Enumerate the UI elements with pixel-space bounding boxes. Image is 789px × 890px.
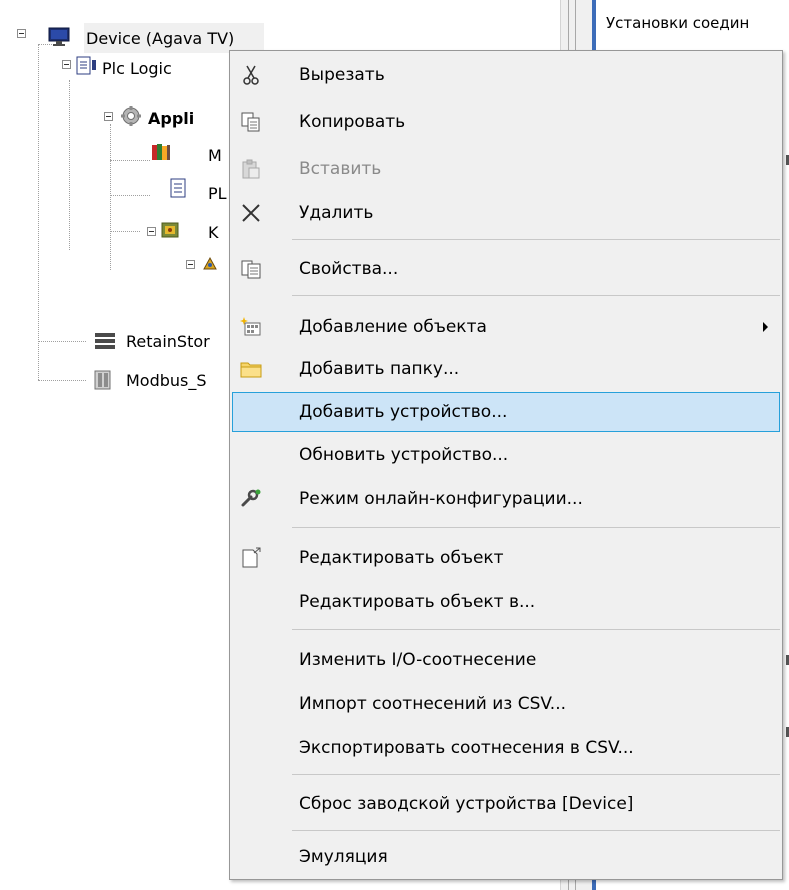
tree-line [110,231,140,232]
menu-item-label: Свойства... [299,259,399,279]
tree-line [110,160,150,161]
tree-item-plc-logic[interactable]: Plc Logic [100,53,174,83]
menu-item-label: Эмуляция [299,847,388,867]
scissors-icon [243,65,259,85]
menu-item-label: Вставить [299,159,382,179]
tree-line [38,44,39,380]
menu-item-export-csv[interactable]: Экспортировать соотнесения в CSV... [232,728,780,768]
menu-item-label: Добавить устройство... [299,402,508,422]
application-gear-icon [121,106,141,126]
menu-item-change-io-mapping[interactable]: Изменить I/O-соотнесение [232,640,780,680]
paste-icon [242,159,260,179]
menu-item-paste[interactable]: Вставить [232,149,780,189]
task-icon [203,256,217,270]
menu-item-update-device[interactable]: Обновить устройство... [232,435,780,475]
edit-object-icon [242,547,261,568]
document-icon [170,178,186,198]
tree-item-device[interactable]: Device (Agava TV) [84,23,264,53]
menu-separator [292,295,780,296]
menu-separator [292,527,780,528]
task-config-icon [161,222,179,238]
menu-item-factory-reset[interactable]: Сброс заводской устройства [Device] [232,784,780,824]
menu-item-label: Обновить устройство... [299,445,509,465]
tree-item-label: Appli [148,108,195,128]
tree-item-modbus[interactable]: Modbus_S [124,365,209,395]
expand-collapse-toggle[interactable] [62,60,71,69]
menu-item-label: Вырезать [299,65,385,85]
menu-item-emulation[interactable]: Эмуляция [232,837,780,877]
menu-separator [292,774,780,775]
tree-item-retain-storage[interactable]: RetainStor [124,326,212,356]
menu-separator [292,629,780,630]
tree-line [38,380,86,381]
menu-item-label: Копировать [299,112,406,132]
menu-item-import-csv[interactable]: Импорт соотнесений из CSV... [232,684,780,724]
delete-x-icon [242,204,260,222]
tree-item-library-manager[interactable]: M [206,140,224,170]
tree-line [110,195,150,196]
menu-item-edit-object-in[interactable]: Редактировать объект в... [232,582,780,622]
menu-separator [292,830,780,831]
menu-item-add-device[interactable]: Добавить устройство... [232,392,780,432]
modbus-device-icon [94,370,111,390]
tree-line [69,80,70,250]
library-books-icon [152,144,170,160]
menu-item-cut[interactable]: Вырезать [232,55,780,95]
menu-item-label: Сброс заводской устройства [Device] [299,794,634,814]
tree-item-label: Plc Logic [102,58,172,78]
tree-item-plc-prg[interactable]: PL [206,178,229,208]
expand-collapse-toggle[interactable] [186,260,195,269]
tree-line [110,124,111,270]
tree-item-label: Device (Agava TV) [86,28,235,48]
tree-item-label: PL [208,183,227,203]
context-menu: Вырезать Копировать Вставить Удалить Сво… [229,50,783,880]
menu-item-label: Добавление объекта [299,317,487,337]
folder-icon [240,362,262,378]
tree-item-label: K [208,222,219,242]
add-object-icon [240,317,261,336]
menu-item-edit-object[interactable]: Редактировать объект [232,538,780,578]
menu-item-copy[interactable]: Копировать [232,102,780,142]
menu-item-properties[interactable]: Свойства... [232,249,780,289]
menu-item-delete[interactable]: Удалить [232,193,780,233]
tree-line [38,341,86,342]
menu-item-add-folder[interactable]: Добавить папку... [232,349,780,389]
menu-item-add-object[interactable]: Добавление объекта [232,307,780,347]
properties-icon [241,260,261,279]
copy-icon [241,112,260,132]
menu-item-label: Удалить [299,203,374,223]
editor-tab-connection-settings[interactable]: Установки соедин [606,14,749,32]
plc-logic-icon [76,56,96,75]
tree-item-task-configuration[interactable]: K [206,217,221,247]
menu-item-label: Добавить папку... [299,359,460,379]
menu-separator [292,239,780,240]
menu-item-label: Импорт соотнесений из CSV... [299,694,567,714]
expand-collapse-toggle[interactable] [104,112,113,121]
menu-item-label: Редактировать объект [299,548,504,568]
menu-item-label: Редактировать объект в... [299,592,536,612]
submenu-arrow-icon [763,322,768,332]
menu-item-label: Экспортировать соотнесения в CSV... [299,738,634,758]
ide-window: Device (Agava TV) Plc Logic Appli M PL K… [0,0,789,890]
tree-item-application[interactable]: Appli [146,103,196,133]
device-monitor-icon [48,27,70,46]
online-config-wrench-icon [241,489,261,507]
expand-collapse-toggle[interactable] [147,227,156,236]
expand-collapse-toggle[interactable] [17,29,26,38]
menu-item-label: Изменить I/O-соотнесение [299,650,537,670]
retain-storage-icon [95,333,115,349]
tree-item-label: Modbus_S [126,370,207,390]
menu-item-label: Режим онлайн-конфигурации... [299,489,583,509]
menu-item-online-config[interactable]: Режим онлайн-конфигурации... [232,479,780,519]
tree-item-label: M [208,145,222,165]
tree-item-label: RetainStor [126,331,210,351]
